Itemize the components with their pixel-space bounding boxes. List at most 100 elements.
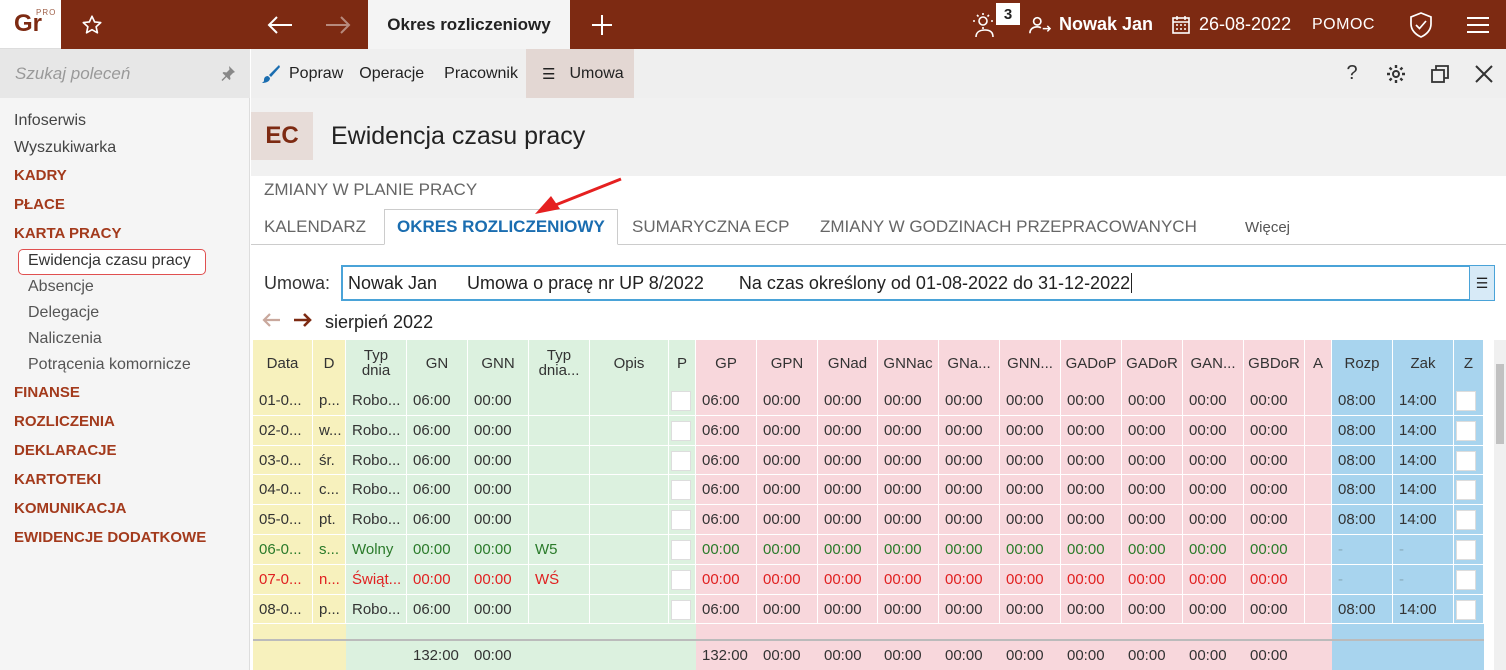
table-cell[interactable]: -	[1393, 534, 1454, 565]
table-cell[interactable]: 00:00	[1244, 594, 1305, 625]
column-header-gnn2[interactable]: GNN...	[1000, 340, 1061, 386]
table-cell[interactable]: 00:00	[818, 594, 878, 625]
checkbox[interactable]	[671, 450, 691, 471]
table-cell[interactable]: 00:00	[1061, 475, 1122, 506]
table-cell[interactable]: 00:00	[939, 415, 1000, 446]
column-header-gnn[interactable]: GNN	[468, 340, 529, 386]
back-arrow-icon[interactable]	[260, 0, 300, 49]
table-cell[interactable]: Wolny	[346, 534, 407, 565]
gear-icon[interactable]	[1374, 49, 1418, 98]
table-cell[interactable]	[1454, 415, 1484, 446]
table-cell[interactable]	[529, 415, 590, 446]
table-cell[interactable]	[1305, 505, 1332, 535]
table-cell[interactable]: 00:00	[939, 534, 1000, 565]
column-header-gnnac[interactable]: GNNac	[878, 340, 939, 386]
table-cell[interactable]: p...	[313, 594, 346, 625]
table-cell[interactable]: 00:00	[1061, 594, 1122, 625]
table-cell[interactable]: 08:00	[1332, 505, 1393, 535]
table-cell[interactable]: 00:00	[1122, 534, 1183, 565]
table-cell[interactable]: 00:00	[1000, 475, 1061, 506]
table-cell[interactable]: 00:00	[468, 564, 529, 595]
checkbox[interactable]	[671, 510, 691, 531]
table-cell[interactable]	[669, 386, 696, 416]
table-cell[interactable]: 08:00	[1332, 594, 1393, 625]
table-cell[interactable]: 06:00	[696, 505, 757, 535]
table-cell[interactable]: 00:00	[1122, 415, 1183, 446]
table-cell[interactable]: -	[1332, 534, 1393, 565]
operacje-button[interactable]: Operacje	[351, 49, 432, 98]
table-cell[interactable]: 00:00	[1061, 445, 1122, 476]
column-header-gn[interactable]: GN	[407, 340, 468, 386]
table-cell[interactable]: 14:00	[1393, 415, 1454, 446]
table-cell[interactable]: c...	[313, 475, 346, 506]
table-cell[interactable]: 06:00	[696, 475, 757, 506]
table-cell[interactable]: 00:00	[1000, 445, 1061, 476]
table-cell[interactable]: 05-0...	[253, 505, 313, 535]
table-cell[interactable]	[1305, 415, 1332, 446]
table-cell[interactable]	[1454, 534, 1484, 565]
checkbox[interactable]	[1456, 540, 1476, 561]
table-cell[interactable]: 00:00	[1244, 534, 1305, 565]
checkbox[interactable]	[1456, 480, 1476, 501]
column-header-typ[interactable]: Typ dnia	[346, 340, 407, 386]
table-cell[interactable]: 00:00	[1244, 415, 1305, 446]
table-cell[interactable]	[1454, 445, 1484, 476]
table-cell[interactable]: 00:00	[407, 564, 468, 595]
table-cell[interactable]	[590, 445, 669, 476]
column-header-gnad[interactable]: GNad	[818, 340, 878, 386]
table-cell[interactable]: WŚ	[529, 564, 590, 595]
table-cell[interactable]: 00:00	[757, 505, 818, 535]
table-cell[interactable]: 06:00	[407, 594, 468, 625]
checkbox[interactable]	[1456, 599, 1476, 620]
table-cell[interactable]: 08-0...	[253, 594, 313, 625]
table-cell[interactable]	[1454, 594, 1484, 625]
table-cell[interactable]	[1305, 564, 1332, 595]
table-cell[interactable]: 00:00	[939, 445, 1000, 476]
table-cell[interactable]: 00:00	[818, 415, 878, 446]
table-cell[interactable]: n...	[313, 564, 346, 595]
pin-icon[interactable]	[220, 65, 236, 81]
table-cell[interactable]: 00:00	[1183, 415, 1244, 446]
sidebar-item-ewidencje-dodatkowe[interactable]: EWIDENCJE DODATKOWE	[0, 523, 250, 552]
table-cell[interactable]: 00:00	[1000, 534, 1061, 565]
table-cell[interactable]: 00:00	[757, 594, 818, 625]
table-cell[interactable]: 04-0...	[253, 475, 313, 506]
table-cell[interactable]	[590, 564, 669, 595]
table-cell[interactable]: 06:00	[696, 445, 757, 476]
sidebar-item-płace[interactable]: PŁACE	[0, 190, 250, 219]
favorite-star-icon[interactable]	[72, 0, 112, 49]
checkbox[interactable]	[1456, 569, 1476, 590]
table-cell[interactable]: 00:00	[939, 475, 1000, 506]
table-cell[interactable]: w...	[313, 415, 346, 446]
table-cell[interactable]: 00:00	[468, 386, 529, 416]
sidebar-item-kartoteki[interactable]: KARTOTEKI	[0, 465, 250, 494]
hamburger-menu-icon[interactable]	[1458, 0, 1498, 49]
table-cell[interactable]	[590, 475, 669, 506]
table-cell[interactable]: 00:00	[757, 445, 818, 476]
table-cell[interactable]: 01-0...	[253, 386, 313, 416]
table-cell[interactable]: 00:00	[818, 505, 878, 535]
scrollbar-thumb[interactable]	[1496, 364, 1504, 444]
table-cell[interactable]	[590, 534, 669, 565]
table-cell[interactable]: 06:00	[696, 386, 757, 416]
table-cell[interactable]	[529, 386, 590, 416]
table-cell[interactable]: 00:00	[1244, 564, 1305, 595]
table-cell[interactable]: 08:00	[1332, 415, 1393, 446]
table-cell[interactable]: 00:00	[818, 445, 878, 476]
table-cell[interactable]: 00:00	[878, 594, 939, 625]
table-cell[interactable]: 06-0...	[253, 534, 313, 565]
checkbox[interactable]	[671, 391, 691, 412]
command-search-input[interactable]: Szukaj poleceń	[0, 49, 250, 98]
table-cell[interactable]: 00:00	[757, 564, 818, 595]
table-cell[interactable]: 00:00	[1061, 564, 1122, 595]
forward-arrow-icon[interactable]	[318, 0, 358, 49]
close-icon[interactable]	[1462, 49, 1506, 98]
table-cell[interactable]: 00:00	[1122, 564, 1183, 595]
table-cell[interactable]	[669, 415, 696, 446]
table-cell[interactable]: 06:00	[407, 386, 468, 416]
table-cell[interactable]	[669, 564, 696, 595]
table-cell[interactable]	[1454, 564, 1484, 595]
tab-wiecej[interactable]: Więcej	[1245, 209, 1290, 245]
table-cell[interactable]	[1305, 386, 1332, 416]
user-menu[interactable]: Nowak Jan	[1029, 0, 1153, 49]
